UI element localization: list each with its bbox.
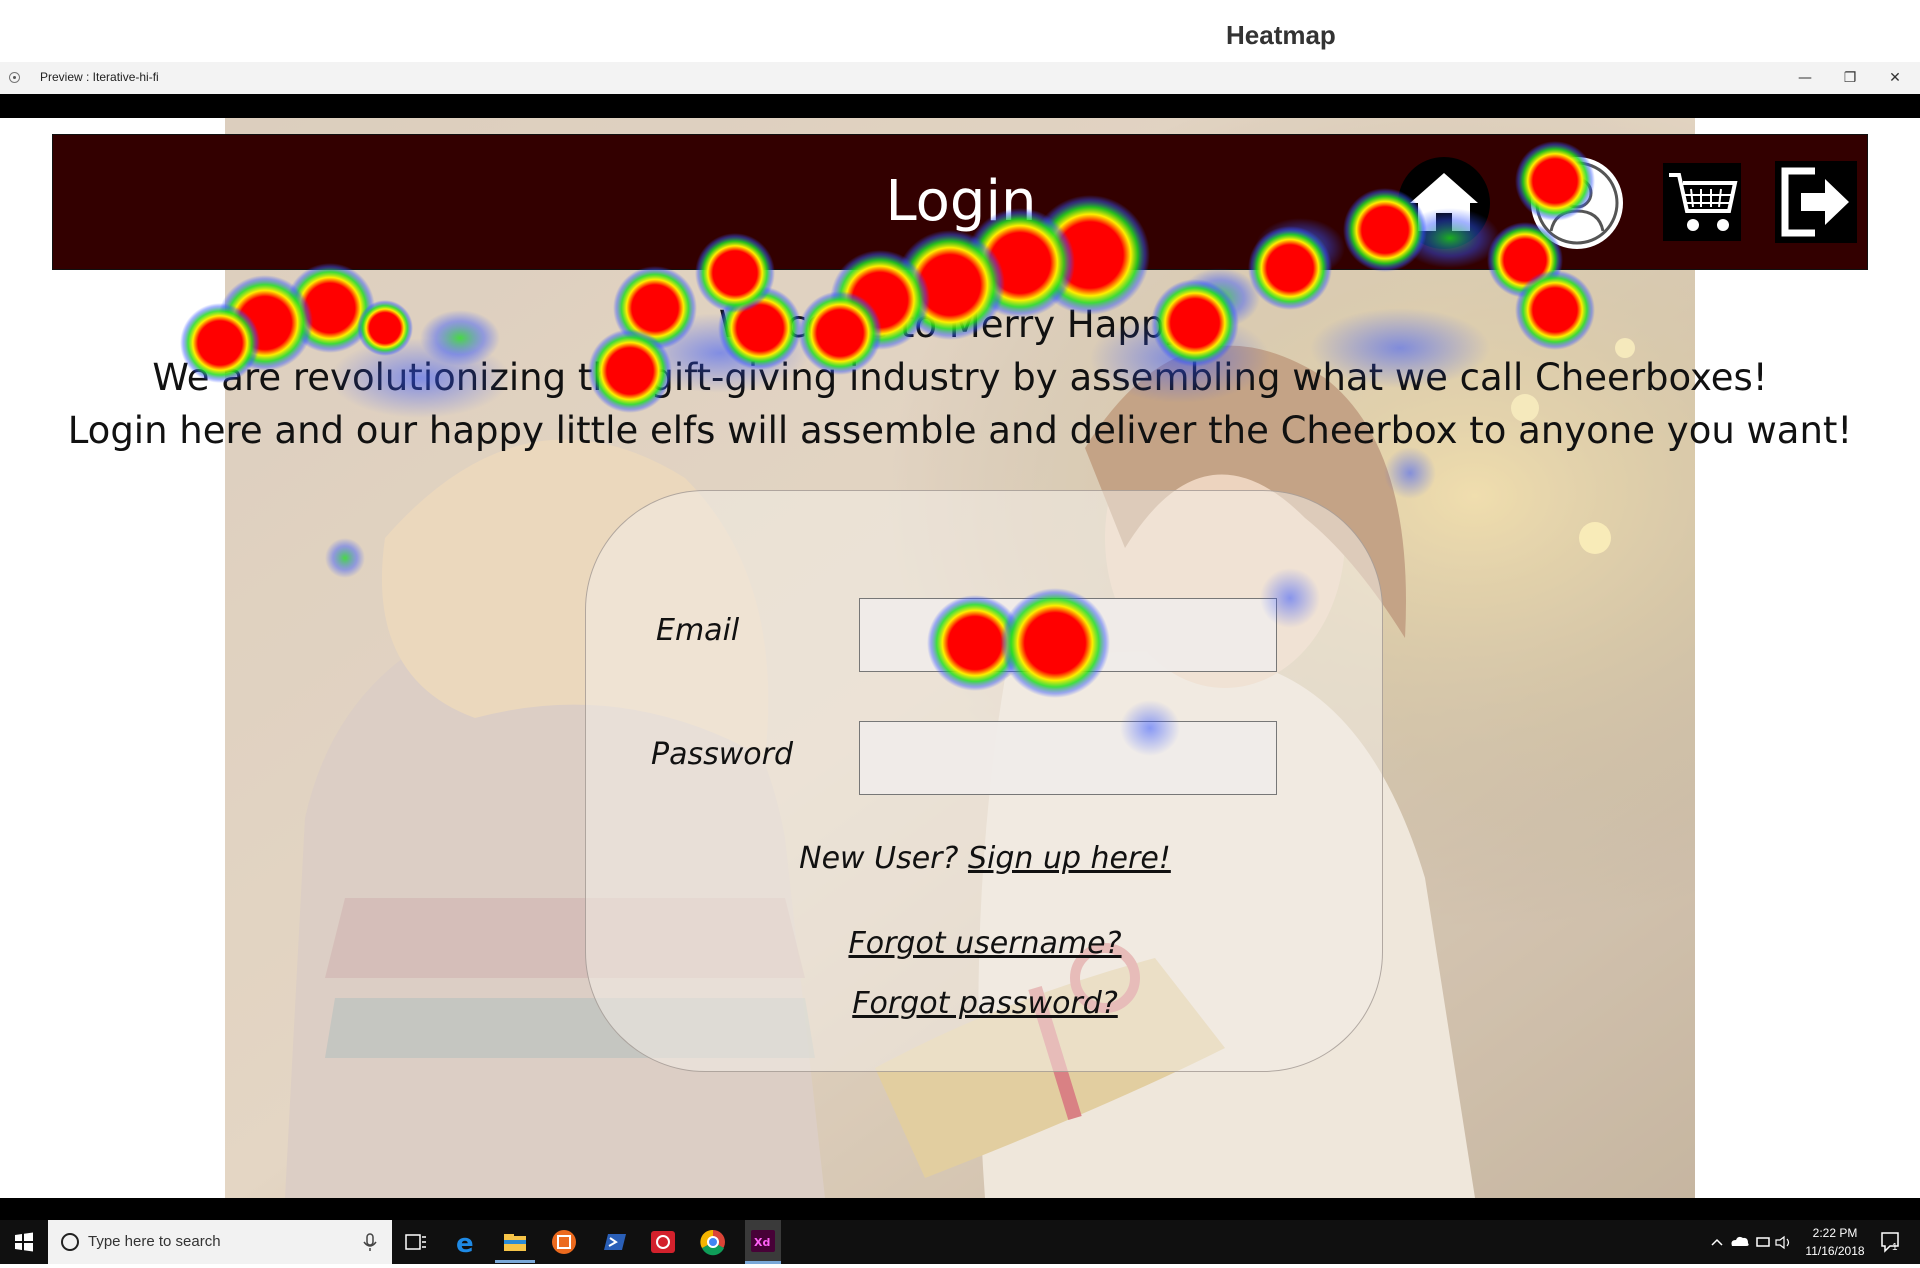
new-user-text: New User? xyxy=(799,841,959,876)
signup-line: New User? Sign up here! xyxy=(586,841,1384,876)
prototype-canvas: Login Welcome to Merry Happy! We are rev… xyxy=(0,118,1920,1198)
window-app-icon xyxy=(9,72,20,83)
logout-icon[interactable] xyxy=(1775,161,1857,243)
login-panel: Email Password New User? Sign up here! F… xyxy=(585,490,1383,1072)
heatmap-title-bar: Heatmap xyxy=(0,0,1920,62)
cortana-icon xyxy=(61,1233,79,1251)
svg-text:Xd: Xd xyxy=(754,1236,770,1249)
chrome-icon[interactable] xyxy=(697,1226,729,1258)
powershell-icon[interactable] xyxy=(598,1226,630,1258)
adobe-cc-icon[interactable] xyxy=(647,1226,679,1258)
notification-count: 1 xyxy=(1892,1242,1898,1253)
notification-center-icon[interactable]: 1 xyxy=(1870,1220,1910,1264)
forgot-password-line: Forgot password? xyxy=(586,986,1384,1021)
task-view-icon[interactable] xyxy=(400,1226,432,1258)
close-button[interactable]: ✕ xyxy=(1875,62,1915,94)
taskbar-clock[interactable]: 2:22 PM 11/16/2018 xyxy=(1800,1224,1870,1260)
file-explorer-icon[interactable] xyxy=(495,1226,535,1263)
window-top-border xyxy=(0,94,1920,118)
svg-text:e: e xyxy=(456,1229,474,1258)
system-tray[interactable] xyxy=(1706,1220,1796,1264)
password-label: Password xyxy=(651,737,794,772)
email-field[interactable] xyxy=(859,598,1277,672)
microphone-icon[interactable] xyxy=(360,1220,380,1264)
home-icon[interactable] xyxy=(1396,155,1492,251)
forgot-username-link[interactable]: Forgot username? xyxy=(848,926,1121,961)
forgot-password-link[interactable]: Forgot password? xyxy=(852,986,1118,1021)
taskbar-search[interactable]: Type here to search xyxy=(48,1220,392,1264)
minimize-button[interactable]: — xyxy=(1785,62,1825,94)
windows-logo-icon xyxy=(15,1232,33,1252)
cart-icon[interactable] xyxy=(1663,163,1741,241)
canvas-bottom-border xyxy=(0,1198,1920,1220)
password-field[interactable] xyxy=(859,721,1277,795)
welcome-line-1: Welcome to Merry Happy! xyxy=(718,303,1202,346)
forgot-username-line: Forgot username? xyxy=(586,926,1384,961)
edge-icon[interactable]: e xyxy=(450,1226,482,1259)
window-title-bar: Preview : Iterative-hi-fi — ❐ ✕ xyxy=(0,62,1920,95)
clock-time: 2:22 PM xyxy=(1812,1226,1858,1240)
profile-icon[interactable] xyxy=(1529,155,1625,251)
signup-link[interactable]: Sign up here! xyxy=(968,841,1171,876)
app-header: Login xyxy=(52,134,1868,270)
windows-taskbar: Type here to search e Xd 2:22 PM 11/16/2… xyxy=(0,1220,1920,1264)
clock-date: 11/16/2018 xyxy=(1805,1244,1865,1258)
restore-button[interactable]: ❐ xyxy=(1830,62,1870,94)
email-label: Email xyxy=(656,613,740,648)
app-orange-icon[interactable] xyxy=(548,1226,580,1258)
welcome-line-2: We are revolutionizing the gift-giving i… xyxy=(152,356,1768,399)
search-placeholder: Type here to search xyxy=(88,1233,221,1250)
adobe-xd-icon[interactable]: Xd xyxy=(745,1220,781,1264)
window-title: Preview : Iterative-hi-fi xyxy=(40,70,159,84)
heatmap-title: Heatmap xyxy=(1226,20,1336,50)
welcome-line-3: Login here and our happy little elfs wil… xyxy=(67,409,1853,452)
start-button[interactable] xyxy=(0,1220,48,1264)
